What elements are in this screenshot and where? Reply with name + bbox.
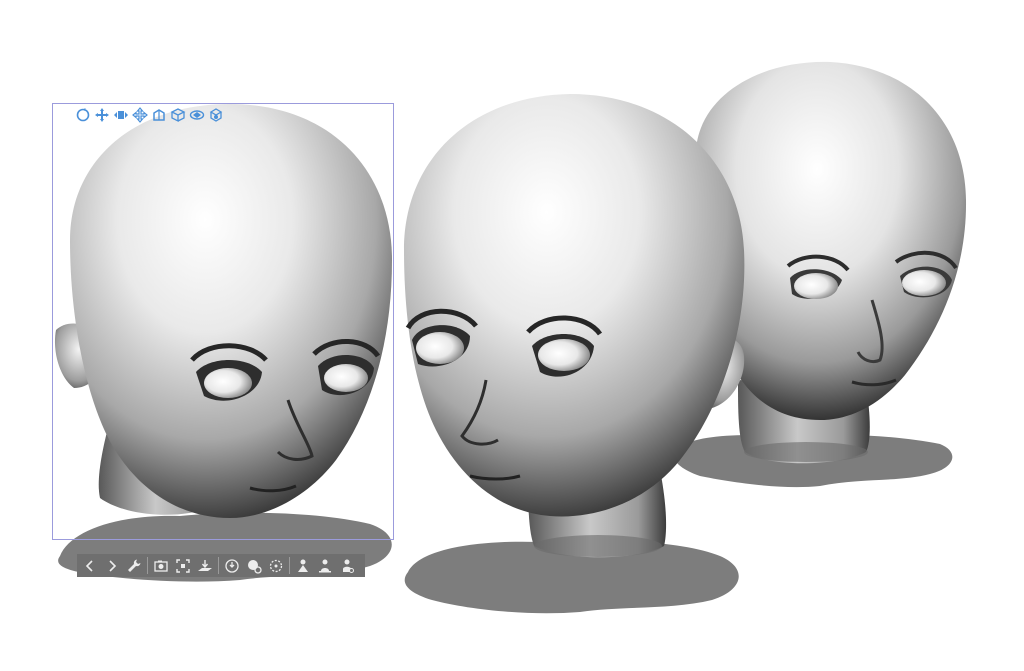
rotate-z-icon[interactable] xyxy=(207,106,225,124)
toolbar-separator xyxy=(289,557,290,574)
object-launcher-toolbar xyxy=(77,554,365,577)
toolbar-separator xyxy=(147,557,148,574)
previous-icon[interactable] xyxy=(79,555,101,577)
rotate-camera-icon[interactable] xyxy=(74,106,92,124)
wrench-icon[interactable] xyxy=(123,555,145,577)
move-icon[interactable] xyxy=(131,106,149,124)
pose-settings-icon[interactable] xyxy=(243,555,265,577)
camera-icon[interactable] xyxy=(150,555,172,577)
pan-camera-icon[interactable] xyxy=(93,106,111,124)
reset-pose-icon[interactable] xyxy=(221,555,243,577)
rotate-x-icon[interactable] xyxy=(169,106,187,124)
floor-snap-icon[interactable] xyxy=(194,555,216,577)
fit-view-icon[interactable] xyxy=(172,555,194,577)
next-icon[interactable] xyxy=(101,555,123,577)
head-model-selected[interactable] xyxy=(54,104,392,582)
pose-preset-icon[interactable] xyxy=(292,555,314,577)
apply-material-icon[interactable] xyxy=(336,555,358,577)
register-pose-icon[interactable] xyxy=(314,555,336,577)
rotate-reset-icon[interactable] xyxy=(265,555,287,577)
head-model-center[interactable] xyxy=(404,94,745,614)
toolbar-separator xyxy=(218,557,219,574)
dolly-camera-icon[interactable] xyxy=(112,106,130,124)
rotate-object-icon[interactable] xyxy=(150,106,168,124)
rotate-y-icon[interactable] xyxy=(188,106,206,124)
object-manipulator xyxy=(74,105,225,125)
3d-canvas[interactable] xyxy=(0,0,1024,671)
